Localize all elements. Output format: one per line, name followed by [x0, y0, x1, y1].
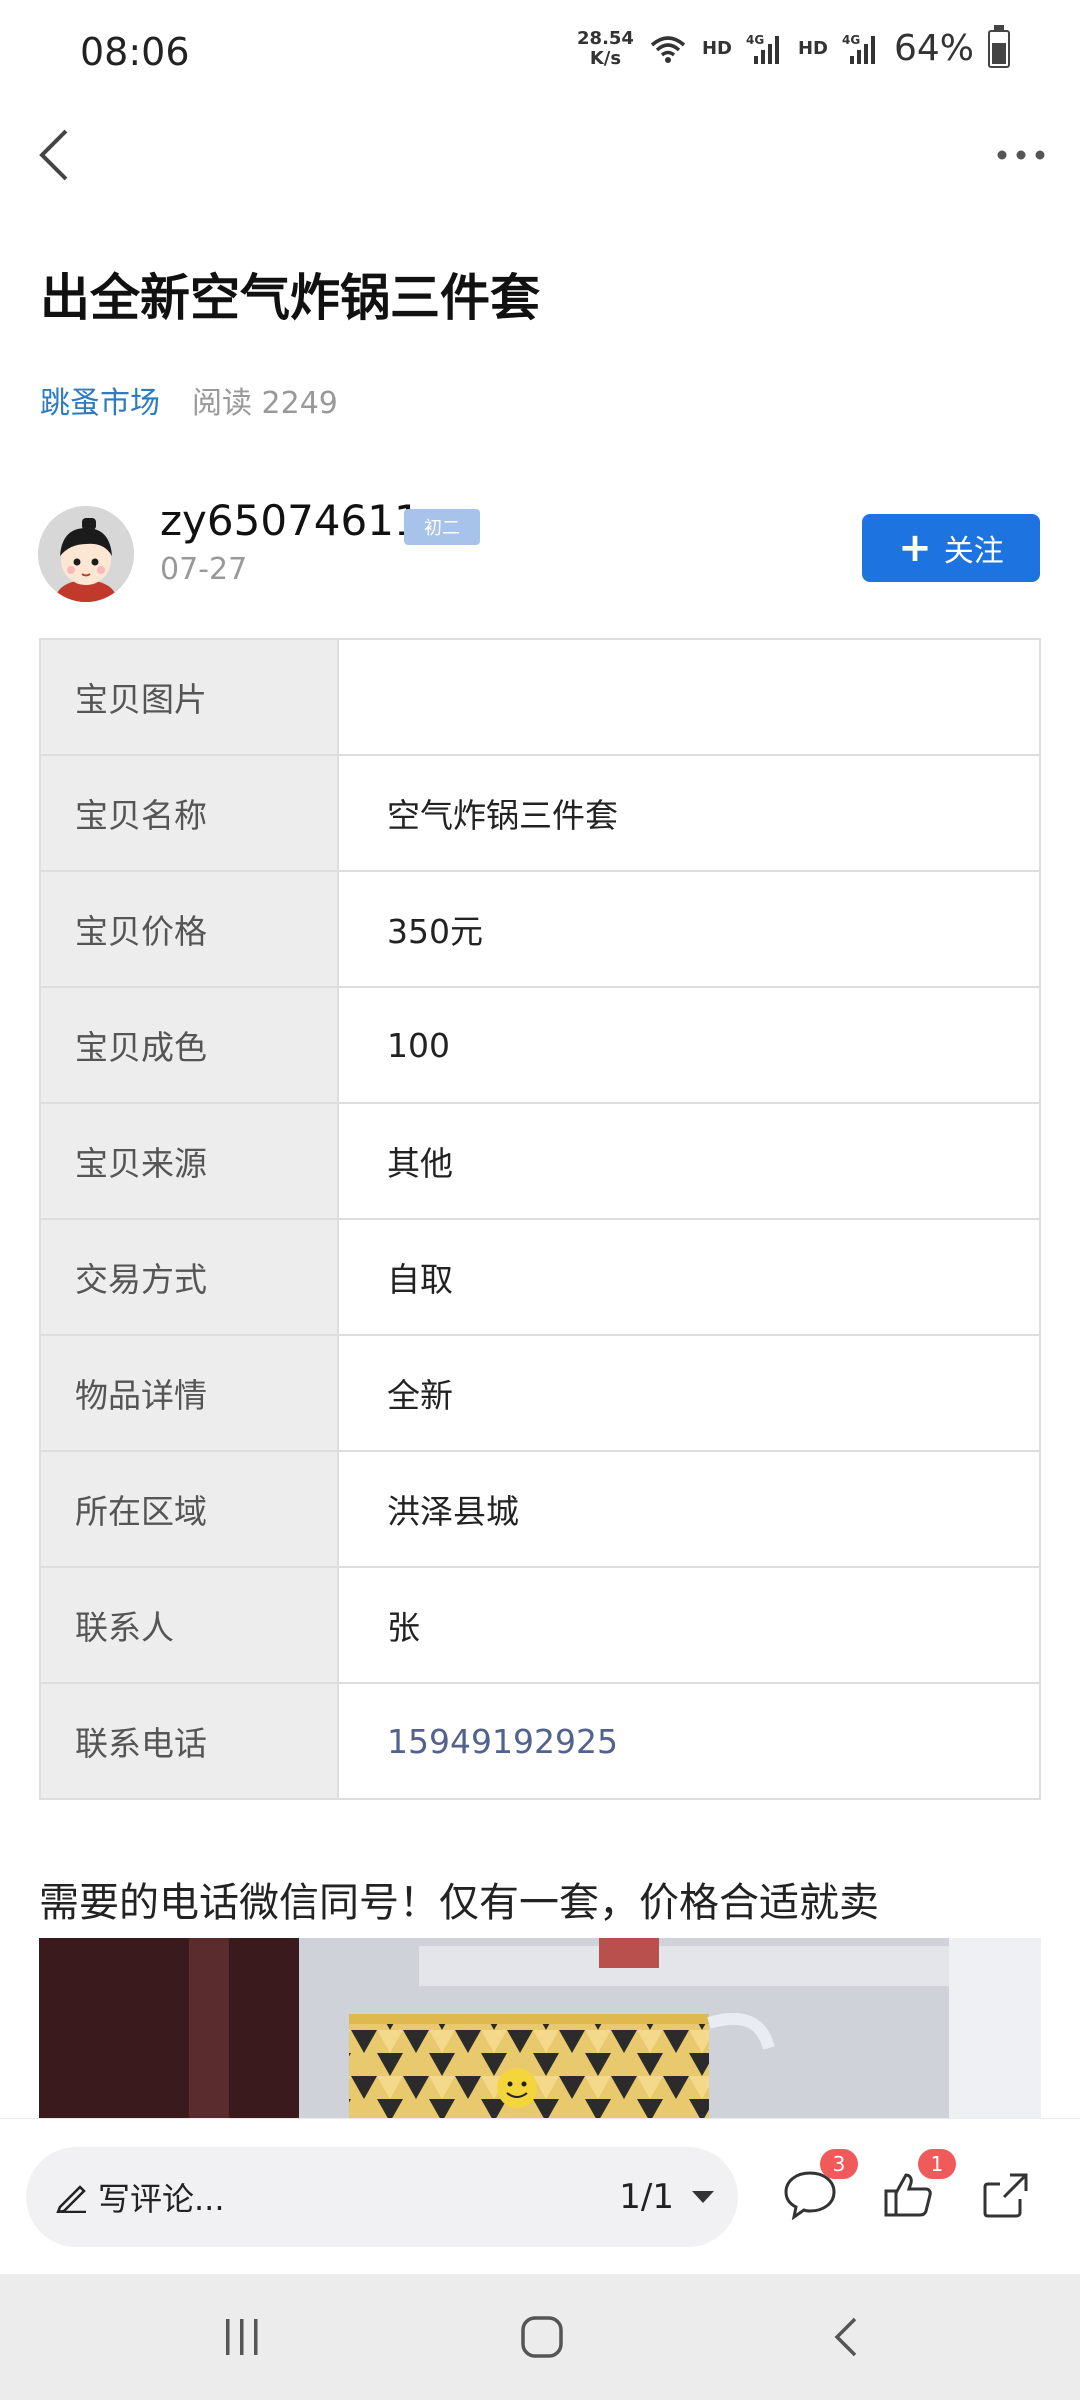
back-chevron-icon	[834, 2317, 857, 2357]
back-button[interactable]	[24, 120, 84, 190]
table-label: 联系人	[39, 1566, 339, 1684]
table-value: 350元	[337, 870, 1041, 988]
table-value: 洪泽县城	[337, 1450, 1041, 1568]
table-row: 宝贝价格 350元	[39, 870, 1041, 988]
table-value: 100	[337, 986, 1041, 1104]
status-icons: 28.54 K/s HD 4G HD 4G 64%	[577, 24, 1010, 69]
system-back-button[interactable]	[806, 2302, 886, 2372]
table-value	[337, 638, 1041, 756]
table-row: 宝贝成色 100	[39, 986, 1041, 1104]
pencil-icon	[56, 2185, 86, 2213]
comment-input[interactable]: 写评论... 1/1	[26, 2147, 738, 2247]
table-row: 交易方式 自取	[39, 1218, 1041, 1336]
comment-button[interactable]: 3	[770, 2149, 858, 2235]
table-row: 联系电话 15949192925	[39, 1682, 1041, 1800]
system-nav-bar	[0, 2274, 1080, 2400]
table-label: 物品详情	[39, 1334, 339, 1452]
svg-text:4G: 4G	[746, 33, 764, 47]
home-button[interactable]	[502, 2302, 582, 2372]
plus-icon: +	[898, 525, 932, 571]
read-count: 阅读 2249	[192, 386, 338, 421]
share-button[interactable]	[966, 2155, 1046, 2235]
network-speed-unit: K/s	[589, 47, 622, 69]
like-count-badge: 1	[918, 2149, 956, 2179]
table-value: 其他	[337, 1102, 1041, 1220]
table-label: 所在区域	[39, 1450, 339, 1568]
svg-text:4G: 4G	[842, 33, 860, 47]
author-level-badge: 初二	[404, 509, 480, 545]
avatar[interactable]	[38, 506, 134, 602]
more-button[interactable]	[986, 120, 1056, 190]
air-fryer-box-image	[39, 1938, 1041, 2118]
like-button[interactable]: 1	[868, 2149, 956, 2235]
table-row: 宝贝名称 空气炸锅三件套	[39, 754, 1041, 872]
table-label: 宝贝价格	[39, 870, 339, 988]
network-speed: 28.54 K/s	[577, 27, 634, 69]
more-dots-icon	[997, 150, 1045, 160]
category-link[interactable]: 跳蚤市场	[40, 378, 160, 422]
table-label: 宝贝图片	[39, 638, 339, 756]
table-row: 宝贝图片	[39, 638, 1041, 756]
post-description: 需要的电话微信同号！仅有一套，价格合适就卖	[39, 1880, 879, 1926]
battery-percent: 64%	[893, 28, 974, 69]
author-name[interactable]: zy65074611	[160, 496, 421, 545]
hd-label: HD	[701, 38, 732, 59]
comment-placeholder: 写评论...	[98, 2180, 225, 2218]
post-date: 07-27	[160, 552, 248, 587]
status-bar: 08:06 28.54 K/s HD 4G HD 4G 64%	[0, 0, 1080, 110]
table-value: 空气炸锅三件套	[337, 754, 1041, 872]
table-label: 联系电话	[39, 1682, 339, 1800]
follow-label: 关注	[943, 534, 1004, 569]
status-time: 08:06	[80, 30, 190, 74]
signal-4g-icon-2: 4G	[842, 33, 875, 64]
battery-icon	[988, 24, 1010, 68]
signal-4g-icon: 4G	[746, 33, 779, 64]
network-speed-value: 28.54	[577, 27, 634, 49]
avatar-image	[38, 506, 134, 602]
recent-apps-button[interactable]	[202, 2302, 282, 2372]
back-arrow-icon	[39, 129, 68, 181]
wifi-icon	[650, 35, 686, 63]
table-label: 宝贝成色	[39, 986, 339, 1104]
post-meta: 跳蚤市场 阅读 2249	[40, 378, 338, 422]
table-label: 宝贝来源	[39, 1102, 339, 1220]
table-row: 物品详情 全新	[39, 1334, 1041, 1452]
table-label: 宝贝名称	[39, 754, 339, 872]
item-info-table: 宝贝图片 宝贝名称 空气炸锅三件套 宝贝价格 350元 宝贝成色 100 宝贝来…	[39, 638, 1041, 1800]
table-value: 张	[337, 1566, 1041, 1684]
share-icon	[983, 2173, 1028, 2218]
comment-count-badge: 3	[820, 2149, 858, 2179]
recent-apps-icon	[226, 2319, 258, 2355]
phone-link[interactable]: 15949192925	[337, 1682, 1041, 1800]
item-photo[interactable]	[39, 1938, 1041, 2118]
table-row: 联系人 张	[39, 1566, 1041, 1684]
table-value: 全新	[337, 1334, 1041, 1452]
table-value: 自取	[337, 1218, 1041, 1336]
follow-button[interactable]: + 关注	[862, 514, 1040, 582]
home-icon	[521, 2316, 563, 2358]
caret-down-icon[interactable]	[692, 2191, 714, 2203]
table-row: 宝贝来源 其他	[39, 1102, 1041, 1220]
page-indicator[interactable]: 1/1	[619, 2177, 674, 2217]
table-row: 所在区域 洪泽县城	[39, 1450, 1041, 1568]
post-title: 出全新空气炸锅三件套	[40, 269, 540, 327]
hd-label-2: HD	[797, 38, 828, 59]
bottom-action-bar: 写评论... 1/1 3 1	[0, 2118, 1080, 2275]
page: 08:06 28.54 K/s HD 4G HD 4G 64% 出全新空气炸锅三…	[0, 0, 1080, 2400]
table-label: 交易方式	[39, 1218, 339, 1336]
